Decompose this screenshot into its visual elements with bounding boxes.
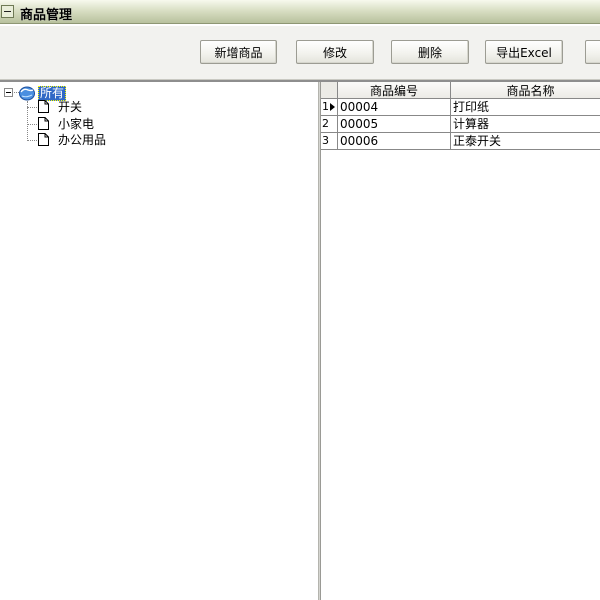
product-grid[interactable]: 商品编号 商品名称 1 00004 打印纸 2 00005 计算器 3 0000… (321, 82, 600, 600)
tree-connector (27, 124, 37, 125)
row-number: 1 (322, 100, 329, 113)
delete-button[interactable]: 删除 (391, 40, 469, 64)
tree-item-switch[interactable]: 开关 (58, 100, 82, 114)
row-header[interactable]: 1 (321, 99, 338, 116)
toolbar-more-button[interactable] (585, 40, 600, 64)
column-header-name[interactable]: 商品名称 (451, 82, 600, 99)
table-cell-name[interactable]: 正泰开关 (451, 133, 600, 150)
tree-connector (27, 140, 37, 141)
current-row-arrow-icon (330, 103, 335, 111)
table-cell-code[interactable]: 00004 (338, 99, 451, 116)
edit-button[interactable]: 修改 (296, 40, 374, 64)
tree-connector (27, 107, 37, 108)
table-cell-name[interactable]: 打印纸 (451, 99, 600, 116)
table-cell-name[interactable]: 计算器 (451, 116, 600, 133)
export-excel-button[interactable]: 导出Excel (485, 40, 563, 64)
tree-item-office-supplies[interactable]: 办公用品 (58, 133, 106, 147)
table-cell-code[interactable]: 00006 (338, 133, 451, 150)
window-title-bar: 商品管理 (0, 0, 600, 24)
column-header-code[interactable]: 商品编号 (338, 82, 451, 99)
tree-collapse-icon[interactable] (4, 88, 13, 97)
row-header[interactable]: 2 (321, 116, 338, 133)
row-header[interactable]: 3 (321, 133, 338, 150)
toolbar: 新增商品 修改 删除 导出Excel (0, 25, 600, 80)
tree-item-small-appliance[interactable]: 小家电 (58, 117, 94, 131)
grid-corner[interactable] (321, 82, 338, 99)
page-icon (38, 117, 49, 130)
tree-root-all[interactable]: 所有 (38, 86, 67, 101)
page-icon (38, 100, 49, 113)
category-tree[interactable]: 所有 开关 小家电 办公用品 (0, 82, 318, 600)
add-product-button[interactable]: 新增商品 (200, 40, 277, 64)
page-icon (38, 133, 49, 146)
row-number: 3 (322, 134, 329, 147)
table-cell-code[interactable]: 00005 (338, 116, 451, 133)
window-title: 商品管理 (20, 8, 73, 23)
minimize-box-icon[interactable] (1, 5, 14, 18)
globe-icon (19, 86, 35, 101)
row-number: 2 (322, 117, 329, 130)
